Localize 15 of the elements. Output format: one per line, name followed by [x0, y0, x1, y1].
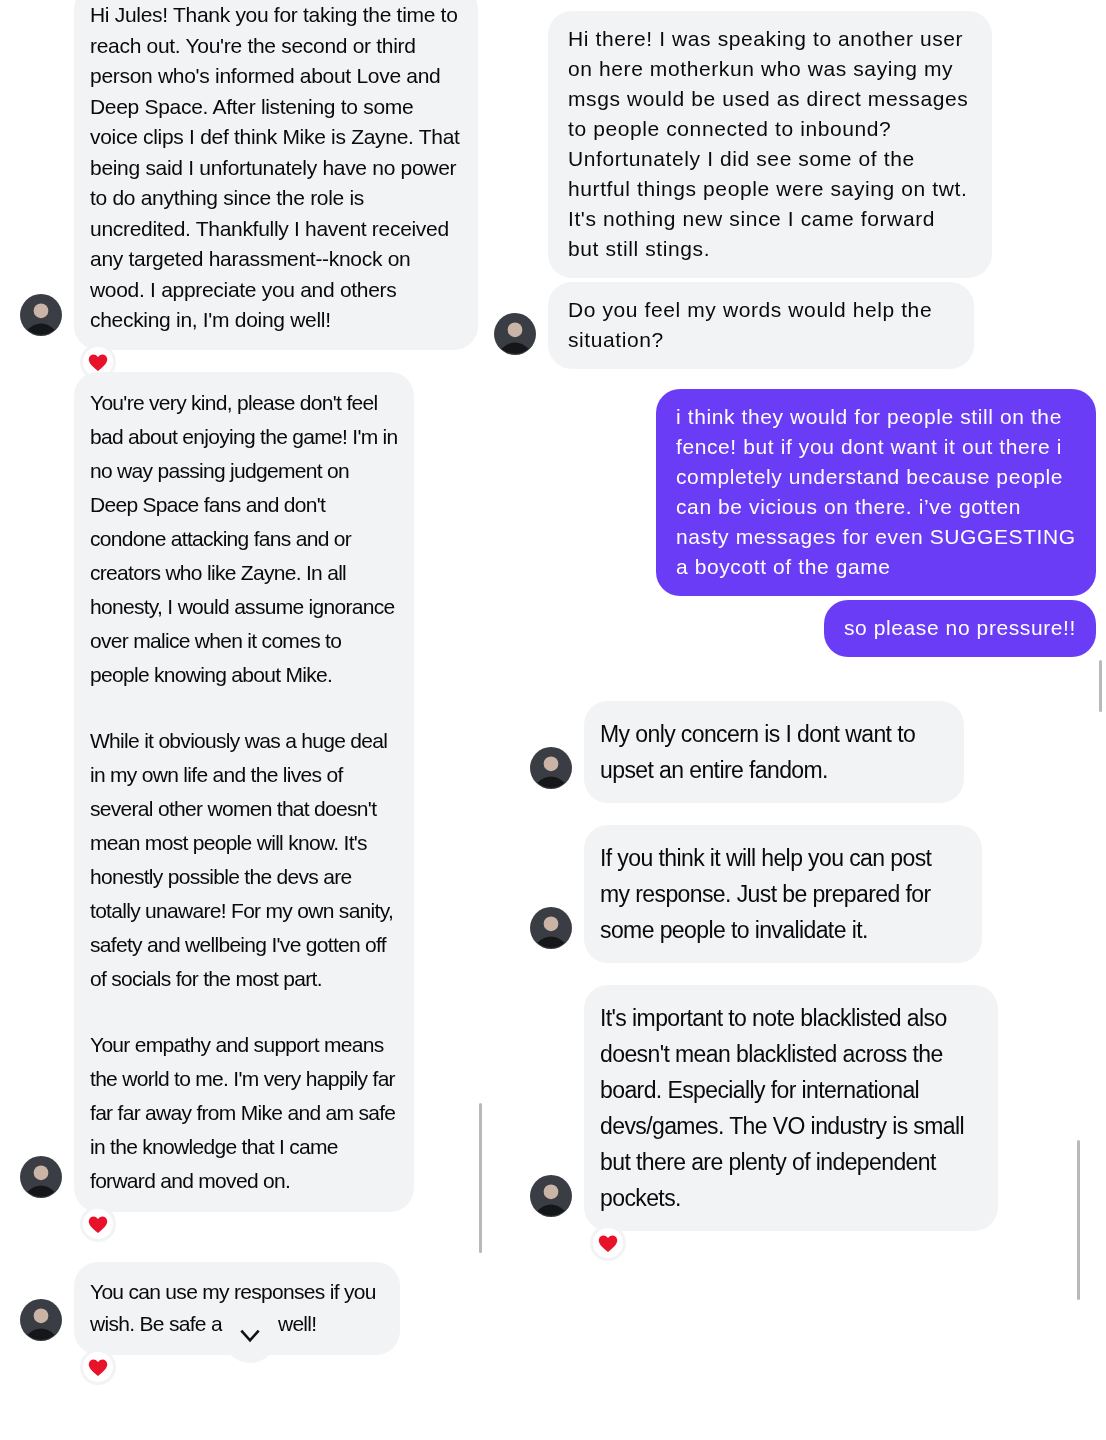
- message-text: My only concern is I dont want to upset an entire fandom.: [600, 720, 917, 785]
- message-text: If you think it will help you can post my response. Just be prepared for some people to invalidate it.: [600, 844, 933, 945]
- scrollbar[interactable]: [1077, 1140, 1080, 1300]
- message-text: You're very kind, please don't feel bad about enjoying the game! I'm in no way passing judgement on Deep Space fans and don't condone attacking fans and or creators who like Zayne. In all honesty, I would assume ignorance over malice when it comes to people knowing about Mike.: [90, 389, 398, 688]
- message-text: Hi there! I was speaking to another user on here motherkun who was saying my msgs would be used as direct messages to people connected to inbound? Unfortunately I did see some of the hurtful things people were saying on twt. It's nothing new since I came forward but still stings.: [568, 26, 970, 262]
- scrollbar[interactable]: [1099, 660, 1102, 712]
- message-text: Your empathy and support means the world to me. I'm very happily far far far away from Mike and am safe in the knowledge that I came forward and moved on.: [90, 1031, 397, 1194]
- message-text: Do you feel my words would help the situation?: [568, 297, 934, 353]
- message-text: i think they would for people still on the fence! but if you dont want it out there i completely understand because people can be vicious on there. i’ve gotten nasty messages for even SUGGESTING a boycott of the game: [676, 404, 1076, 580]
- message-text: It's important to note blacklisted also doesn't mean blacklisted across the board. Especially for international devs/games. The VO industry is small but there are plenty of independent pockets.: [600, 1004, 965, 1213]
- message-text: so please no pressure!!: [843, 615, 1076, 641]
- message-text: You can use my responses if you wish. Be safe a well!: [90, 1275, 384, 1341]
- scrollbar[interactable]: [479, 1103, 482, 1253]
- message-text: While it obviously was a huge deal in my own life and the lives of several other women that doesn't mean most people will know. It's honestly possible the devs are totally unaware! For my own sanity, safety and wellbeing I've gotten off of socials for the most part.: [90, 727, 395, 992]
- message-text: Hi Jules! Thank you for taking the time to reach out. You're the second or third person who's informed about Love and Deep Space. After listening to some voice clips I def think Mike is Zayne. That being said I unfortunately have no power to do anything since the role is uncredited. Thankfully I havent received any targeted harassment--knock on wood. I appreciate you and others checking in, I'm doing well!: [90, 2, 461, 333]
